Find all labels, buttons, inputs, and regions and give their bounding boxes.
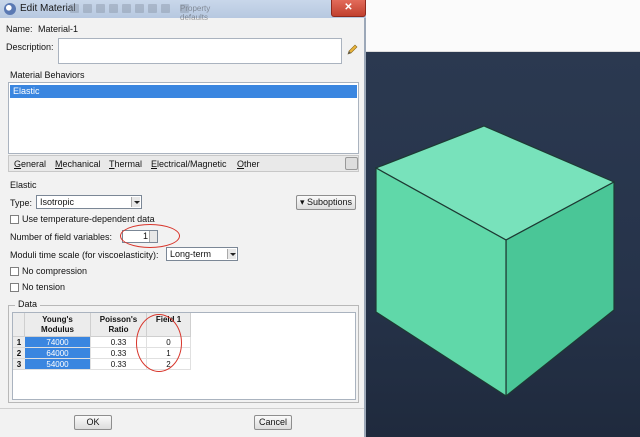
chevron-down-icon: [131, 197, 140, 207]
toolbar-icon: [122, 4, 131, 14]
window-title: Edit Material: [20, 3, 76, 14]
title-bar: Edit Material Property defaults: [0, 0, 366, 23]
suboptions-label: Suboptions: [307, 197, 353, 207]
close-button[interactable]: ✕: [331, 0, 366, 17]
toolbar-icon: [96, 4, 105, 14]
no-compression-label: No compression: [22, 266, 88, 276]
chevron-down-icon: [227, 249, 236, 259]
type-value: Isotropic: [40, 197, 75, 207]
temp-dependent-label: Use temperature-dependent data: [22, 214, 155, 224]
cube-model: [374, 125, 616, 398]
column-header-youngs-modulus[interactable]: Young's Modulus: [25, 313, 91, 337]
menu-mechanical[interactable]: Mechanical: [55, 159, 101, 169]
row-header[interactable]: 2: [13, 348, 25, 359]
time-scale-label: Moduli time scale (for viscoelasticity):: [10, 250, 159, 260]
menu-label: hermal: [114, 159, 143, 169]
edit-behavior-icon[interactable]: [345, 157, 358, 170]
annotation-circle-field-vars: [120, 224, 180, 248]
behaviors-list[interactable]: Elastic: [8, 82, 359, 154]
annotation-circle-field-column: [136, 314, 182, 372]
time-scale-select[interactable]: Long-term: [166, 247, 238, 261]
table-cell-youngs[interactable]: 64000: [25, 348, 91, 359]
no-tension-label: No tension: [22, 282, 66, 292]
table-corner: [13, 313, 25, 337]
menu-label: lectrical/Magnetic: [157, 159, 227, 169]
menu-mnemonic: O: [237, 159, 245, 169]
no-compression-checkbox[interactable]: [10, 267, 19, 276]
toolbar-icon: [83, 4, 92, 14]
ok-button[interactable]: OK: [74, 415, 112, 430]
edit-material-dialog: Edit Material Property defaults ✕ Name: …: [0, 0, 366, 437]
model-viewport[interactable]: [366, 52, 640, 437]
cancel-button[interactable]: Cancel: [254, 415, 292, 430]
menu-electrical-magnetic[interactable]: Electrical/Magnetic: [151, 159, 227, 169]
toolbar-icon: [161, 4, 170, 14]
menu-thermal[interactable]: Thermal: [109, 159, 142, 169]
menu-mnemonic: M: [55, 159, 63, 169]
description-field[interactable]: [58, 38, 342, 64]
app-icon: [4, 3, 16, 15]
type-label: Type:: [10, 198, 33, 208]
table-cell-youngs[interactable]: 54000: [25, 359, 91, 370]
menu-mnemonic: G: [14, 159, 22, 169]
dialog-footer: OK Cancel: [0, 408, 364, 437]
behavior-item-elastic[interactable]: Elastic: [10, 85, 357, 98]
triangle-down-icon: ▾: [299, 197, 305, 207]
no-tension-checkbox[interactable]: [10, 283, 19, 292]
menu-other[interactable]: Other: [237, 159, 260, 169]
suboptions-button[interactable]: ▾ Suboptions: [296, 195, 356, 210]
description-label: Description:: [6, 42, 54, 52]
background-toolbar: Property defaults: [70, 3, 310, 23]
time-scale-value: Long-term: [170, 249, 212, 259]
toolbar-icon: [109, 4, 118, 14]
data-table[interactable]: Young's Modulus Poisson's Ratio Field 1 …: [12, 312, 356, 400]
name-label: Name:: [6, 24, 33, 34]
toolbar-icon: [148, 4, 157, 14]
table-cell-poisson[interactable]: 0.33: [91, 359, 147, 370]
menu-general[interactable]: General: [14, 159, 46, 169]
menu-label: ther: [244, 159, 260, 169]
material-name: Material-1: [38, 24, 79, 34]
edit-pencil-icon[interactable]: [346, 44, 358, 56]
behavior-menu-bar: General Mechanical Thermal Electrical/Ma…: [8, 155, 359, 172]
row-header[interactable]: 1: [13, 337, 25, 348]
menu-label: eneral: [21, 159, 47, 169]
temp-dependent-checkbox[interactable]: [10, 215, 19, 224]
toolbar-icon: [70, 4, 79, 14]
table-cell-youngs[interactable]: 74000: [25, 337, 91, 348]
elastic-section-title: Elastic: [10, 180, 37, 190]
app-toolbar-area: [366, 0, 640, 52]
row-header[interactable]: 3: [13, 359, 25, 370]
material-behaviors-title: Material Behaviors: [10, 70, 85, 80]
menu-label: echanical: [62, 159, 101, 169]
data-title: Data: [15, 299, 41, 309]
close-icon: ✕: [344, 2, 353, 13]
toolbar-icon: [135, 4, 144, 14]
property-defaults-text: Property defaults: [180, 4, 211, 23]
field-vars-label: Number of field variables:: [10, 232, 113, 242]
type-select[interactable]: Isotropic: [36, 195, 142, 209]
